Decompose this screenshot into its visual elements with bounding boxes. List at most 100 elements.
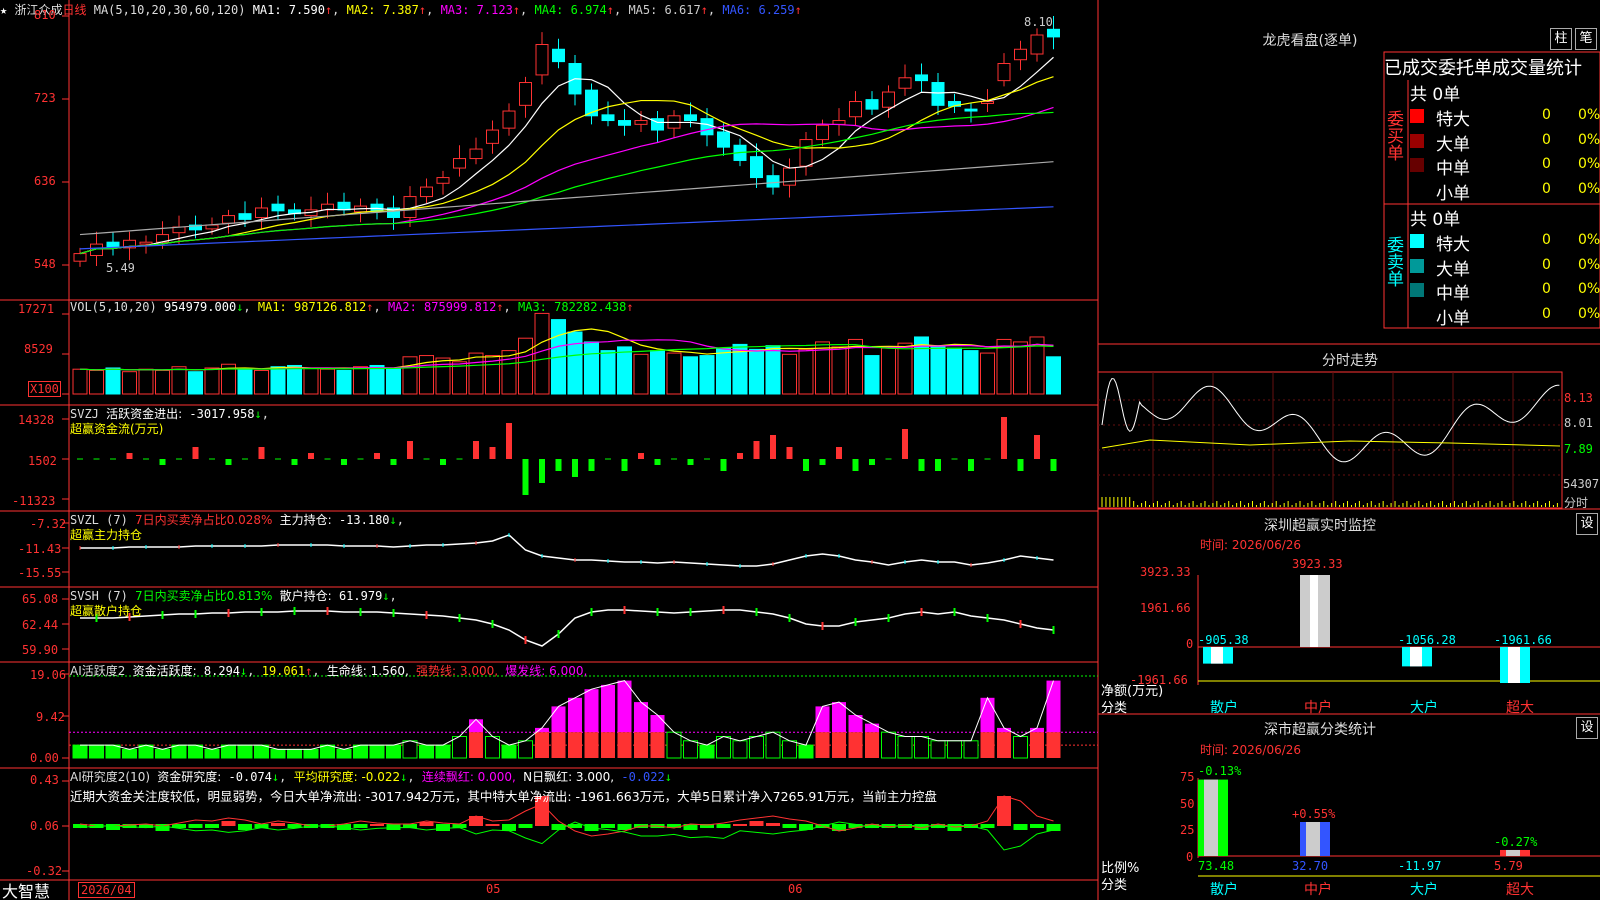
tick-mode-button[interactable]: 笔 [1575, 28, 1597, 50]
classify-category-label: 中户 [1304, 882, 1332, 898]
ai1-value2: 19.061 [261, 664, 306, 678]
volume-bar [237, 368, 253, 395]
favorite-star-icon[interactable]: ★ [0, 3, 7, 17]
ai1-bar [188, 744, 203, 759]
ai1-bar [1030, 732, 1044, 758]
svzj-bar [786, 447, 793, 459]
candle-body [865, 99, 879, 110]
ma5-arrow: ↑ [700, 3, 708, 17]
ai1-bar [848, 732, 863, 758]
volume-bar [188, 371, 203, 395]
ai2-bar [766, 823, 780, 826]
svzl-name: 主力持仓: [279, 513, 332, 527]
ai2-nday: N日飘红: 3.000, [523, 770, 615, 784]
sell-order-pct: 0% [1578, 256, 1600, 273]
svzj-bar [1017, 459, 1024, 471]
classify-settings-button[interactable]: 设 [1576, 717, 1598, 739]
ai1-strong: 强势线: 3.000, [416, 664, 499, 678]
volume-bar [947, 347, 962, 395]
ai2-bar [386, 824, 401, 830]
ai1-bar [980, 697, 995, 733]
volume-bar [138, 368, 154, 395]
intraday-vol-label: 分时 [1564, 496, 1589, 510]
svzj-bar [654, 459, 661, 465]
ai1-bar [469, 732, 483, 758]
ai1-name: 资金活跃度: [132, 664, 197, 678]
ai2-arrow: ↓ [271, 770, 280, 784]
main-chart-canvas[interactable] [0, 0, 1600, 900]
ai1-arrow2: ↑ [305, 664, 313, 678]
svsh-axis-bot: 59.90 [22, 643, 59, 657]
ai2-bar [1046, 824, 1061, 831]
dragon-tabs[interactable]: 已成交委托单成交量统计 [1384, 54, 1582, 80]
ai2-bar [436, 824, 450, 831]
volume-bar [897, 342, 913, 395]
vol-unit-badge[interactable]: X100 [28, 381, 61, 397]
ai2-header: AI研究度2(10) 资金研究度: -0.074↓, 平均研究度: -0.022… [70, 770, 672, 784]
ai1-bar [155, 748, 170, 759]
ai1-value: 8.294 [203, 664, 241, 678]
ai1-bar [551, 706, 566, 733]
buy-order-pct: 0% [1578, 131, 1600, 148]
svzl-line [80, 534, 1054, 567]
candle-body [453, 158, 466, 169]
intraday-frame [1097, 371, 1563, 509]
candle-body [502, 110, 516, 129]
ai1-bar [518, 740, 533, 759]
candle-body [618, 120, 631, 126]
buy-swatch-icon [1410, 133, 1424, 148]
price-axis-548: 548 [34, 257, 56, 271]
monitor-settings-button[interactable]: 设 [1576, 513, 1598, 535]
candle-body [997, 63, 1011, 82]
ai2-green-line [79, 821, 1054, 851]
intraday-price-high: 8.13 [1564, 391, 1593, 405]
bar-mode-button[interactable]: 柱 [1550, 28, 1572, 50]
candle-body [915, 74, 928, 82]
ai2-bar [733, 824, 747, 826]
volume-bar [270, 366, 286, 395]
volume-bar [765, 345, 781, 395]
volume-bar [683, 356, 698, 395]
ai2-bar [353, 824, 368, 828]
ma6-arrow: ↑ [794, 3, 802, 17]
ai1-bar [997, 732, 1011, 758]
ai1-bar [881, 731, 896, 759]
ma1-arrow: ↑ [324, 3, 333, 17]
intraday-price-line [1101, 377, 1560, 463]
ma3-arrow: ↑ [512, 3, 521, 17]
ai2-bar [106, 824, 120, 830]
intraday-vol-value: 54307 [1563, 477, 1600, 491]
svzj-bar [308, 453, 314, 459]
ma20-line [79, 106, 1054, 255]
vol-label: VOL(5,10,20) [70, 300, 157, 314]
candle-body [766, 175, 780, 188]
candle-body [535, 44, 549, 76]
volume-bar [353, 366, 368, 395]
volume-bar [963, 350, 979, 395]
sell-order-pct: 0% [1578, 305, 1600, 322]
volume-bar [798, 348, 814, 395]
volume-bar [122, 371, 137, 395]
ai2-bar [980, 824, 995, 828]
ai2-bar [238, 824, 252, 830]
volume-bar [584, 341, 599, 395]
candle-body [1047, 28, 1060, 38]
monitor-value-label: -905.38 [1198, 633, 1249, 647]
month-05-label: 05 [486, 882, 501, 896]
candle-body [255, 207, 268, 218]
sell-swatch-icon [1410, 234, 1424, 248]
ai1-arrow: ↓ [240, 664, 248, 678]
period-label[interactable]: 日线 [62, 3, 86, 17]
volume-bar [435, 357, 451, 395]
ai2-bar [1013, 824, 1028, 830]
candle-body [552, 48, 565, 63]
vol-ma3: MA3: 782282.438 [518, 300, 627, 314]
ma2-value: MA2: 7.387 [346, 3, 419, 17]
svzj-subtitle: 超赢资金流(万元) [70, 422, 164, 436]
ai2-bar [419, 822, 434, 826]
ai1-bar [435, 744, 451, 759]
ai1-bar [634, 702, 648, 733]
ai1-bar [650, 715, 665, 733]
candle-body [783, 167, 796, 186]
ai2-comment: 近期大资金关注度较低，明显弱势，今日大单净流出: -3017.942万元，其中特… [70, 789, 937, 804]
